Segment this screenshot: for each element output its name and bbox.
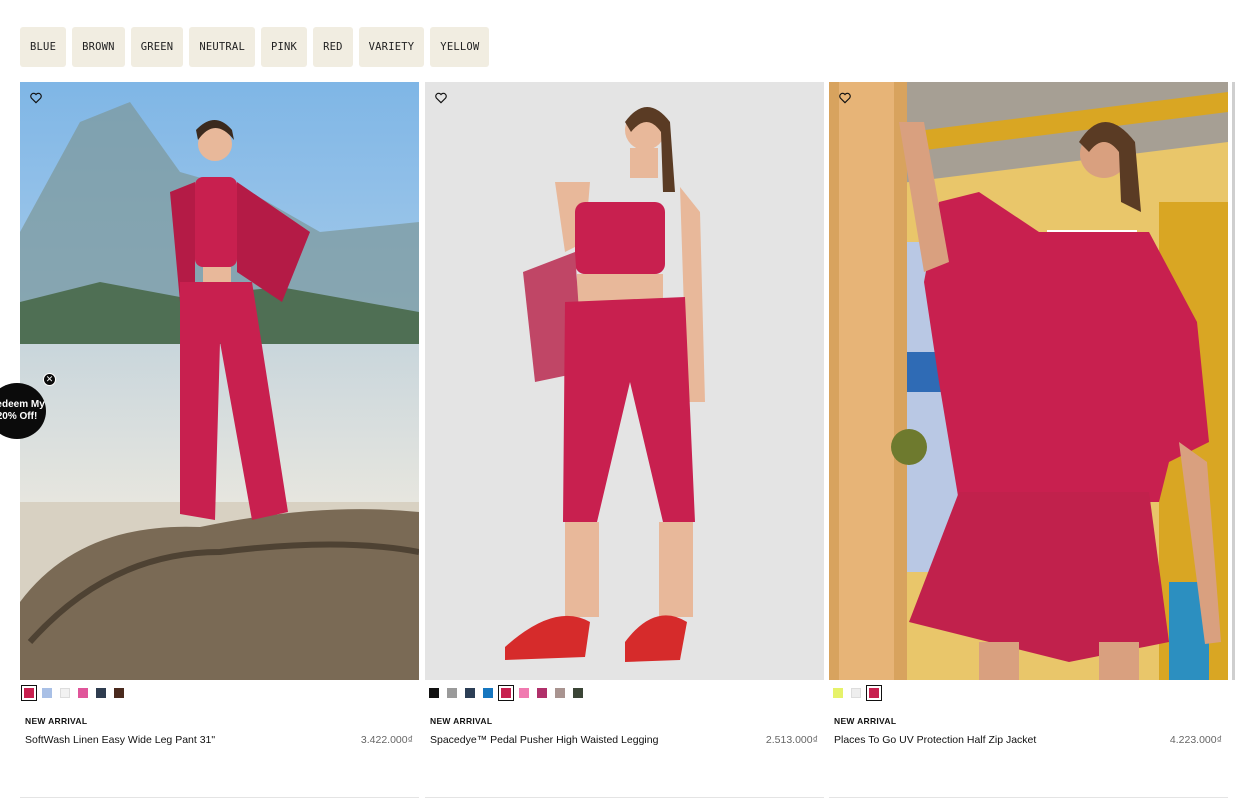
new-arrival-badge: NEW ARRIVAL: [430, 716, 493, 726]
color-swatch[interactable]: [21, 685, 37, 701]
color-swatch[interactable]: [866, 685, 882, 701]
filter-chip-variety[interactable]: VARIETY: [358, 27, 425, 67]
product-image[interactable]: [20, 82, 419, 680]
wishlist-heart-icon[interactable]: [29, 91, 43, 105]
color-swatch[interactable]: [833, 688, 843, 698]
filter-chip-red[interactable]: RED: [313, 27, 353, 67]
filter-chip-green[interactable]: GREEN: [130, 27, 184, 67]
color-swatch[interactable]: [555, 688, 565, 698]
product-name[interactable]: SoftWash Linen Easy Wide Leg Pant 31": [25, 734, 215, 746]
row-divider: [20, 797, 419, 798]
product-price: 3.422.000₫: [360, 734, 413, 746]
color-swatch[interactable]: [465, 688, 475, 698]
color-swatch[interactable]: [42, 688, 52, 698]
filter-chip-blue[interactable]: BLUE: [20, 27, 67, 67]
filter-chip-neutral[interactable]: NEUTRAL: [189, 27, 255, 67]
row-divider: [829, 797, 1228, 798]
product-photo-studio: [425, 82, 824, 680]
product-name[interactable]: Spacedye™ Pedal Pusher High Waisted Legg…: [430, 734, 658, 746]
wishlist-heart-icon[interactable]: [434, 91, 448, 105]
product-image[interactable]: [425, 82, 824, 680]
color-swatch[interactable]: [573, 688, 583, 698]
color-swatch[interactable]: [537, 688, 547, 698]
color-filter-bar: BLUE BROWN GREEN NEUTRAL PINK RED VARIET…: [20, 27, 490, 67]
product-price: 2.513.000₫: [765, 734, 818, 746]
product-name[interactable]: Places To Go UV Protection Half Zip Jack…: [834, 734, 1036, 746]
wishlist-heart-icon[interactable]: [838, 91, 852, 105]
color-swatch[interactable]: [114, 688, 124, 698]
color-swatches: [429, 685, 583, 701]
color-swatch[interactable]: [851, 688, 861, 698]
color-swatches: [833, 685, 882, 701]
color-swatches: [21, 685, 124, 701]
color-swatch[interactable]: [447, 688, 457, 698]
filter-chip-pink[interactable]: PINK: [260, 27, 308, 67]
color-swatch[interactable]: [96, 688, 106, 698]
product-price: 4.223.000₫: [1169, 734, 1222, 746]
color-swatch[interactable]: [483, 688, 493, 698]
product-photo-market: [829, 82, 1228, 680]
filter-chip-brown[interactable]: BROWN: [72, 27, 125, 67]
filter-chip-yellow[interactable]: YELLOW: [430, 27, 490, 67]
color-swatch[interactable]: [60, 688, 70, 698]
row-divider: [425, 797, 824, 798]
new-arrival-badge: NEW ARRIVAL: [25, 716, 88, 726]
color-swatch[interactable]: [429, 688, 439, 698]
color-swatch[interactable]: [78, 688, 88, 698]
color-swatch[interactable]: [498, 685, 514, 701]
new-arrival-badge: NEW ARRIVAL: [834, 716, 897, 726]
product-photo-beach: [20, 82, 419, 680]
color-swatch[interactable]: [519, 688, 529, 698]
product-image[interactable]: [829, 82, 1228, 680]
close-icon[interactable]: ✕: [43, 373, 56, 386]
